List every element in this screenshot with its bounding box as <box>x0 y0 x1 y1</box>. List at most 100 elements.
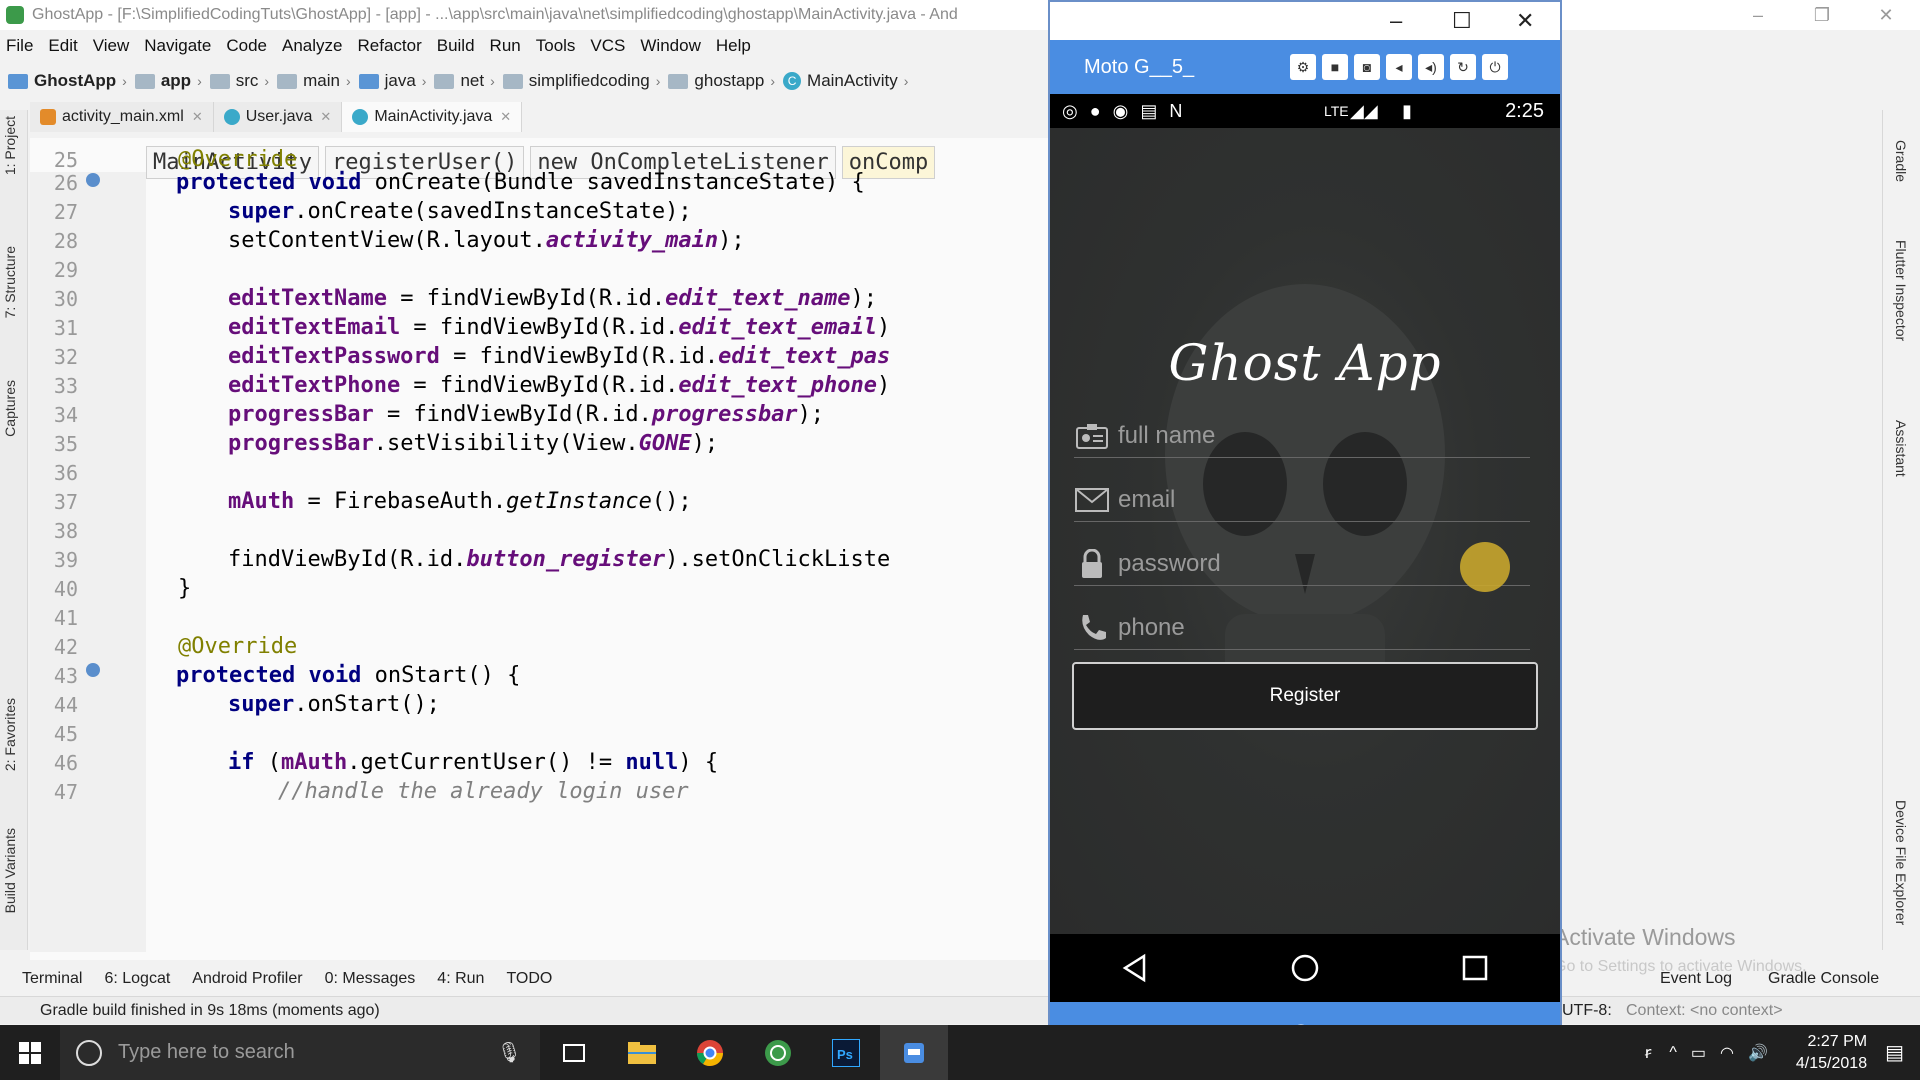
navigation-breadcrumb: GhostApp › app › src › main › java › net › sim… <box>0 66 1920 96</box>
android-studio-taskbar-icon[interactable] <box>744 1025 812 1080</box>
battery-tray-icon[interactable]: ▭ <box>1691 1043 1706 1063</box>
full-name-field[interactable] <box>1074 414 1530 458</box>
email-field[interactable] <box>1074 478 1530 522</box>
menu-help[interactable]: Help <box>710 36 760 56</box>
camera-icon[interactable]: ◙ <box>1354 54 1380 80</box>
phone-field[interactable] <box>1074 606 1530 650</box>
signal-icon: ◢◢ <box>1350 100 1378 121</box>
close-tab-icon[interactable]: ✕ <box>500 109 511 125</box>
people-icon[interactable]: ꞧ <box>1645 1043 1652 1063</box>
taskbar-clock[interactable]: 2:27 PM 4/15/2018 <box>1796 1031 1867 1075</box>
emulator-taskbar-icon[interactable] <box>880 1025 948 1080</box>
menu-build[interactable]: Build <box>431 36 484 56</box>
crumb-src[interactable]: src › <box>209 71 269 91</box>
rotate-icon[interactable]: ↻ <box>1450 54 1476 80</box>
close-tab-icon[interactable]: ✕ <box>320 109 331 125</box>
class-icon <box>223 109 240 125</box>
menu-analyze[interactable]: Analyze <box>276 36 351 56</box>
menu-vcs[interactable]: VCS <box>584 36 634 56</box>
tab-user-java[interactable]: User.java ✕ <box>213 102 343 132</box>
tool-device-file-explorer[interactable]: Device File Explorer <box>1893 800 1909 925</box>
start-button[interactable] <box>0 1041 60 1064</box>
tool-assistant[interactable]: Assistant <box>1893 420 1909 477</box>
tool-android-profiler[interactable]: Android Profiler <box>192 970 302 988</box>
crumb-ghostapp[interactable]: ghostapp › <box>668 71 775 91</box>
crumb-module[interactable]: app › <box>134 71 202 91</box>
password-input[interactable] <box>1118 549 1518 578</box>
menu-run[interactable]: Run <box>484 36 530 56</box>
menu-window[interactable]: Window <box>634 36 709 56</box>
volume-icon[interactable]: 🔊 <box>1748 1043 1768 1063</box>
menu-navigate[interactable]: Navigate <box>138 36 220 56</box>
crumb-mainactivity[interactable]: C MainActivity › <box>783 71 908 91</box>
back-icon[interactable] <box>1120 953 1150 983</box>
notification-icon: ▤ <box>1140 100 1158 121</box>
xml-file-icon <box>40 109 56 125</box>
code-editor[interactable]: MainActivity registerUser() new OnComple… <box>30 138 1050 960</box>
screen-record-icon[interactable]: ■ <box>1322 54 1348 80</box>
emulator-toolbar: Moto G__5_ ⚙ ■ ◙ ◂ ◂) ↻ ⏻ <box>1050 40 1560 94</box>
menu-refactor[interactable]: Refactor <box>351 36 430 56</box>
settings-icon[interactable]: ⚙ <box>1290 54 1316 80</box>
task-view-icon[interactable] <box>540 1025 608 1080</box>
tool-terminal[interactable]: Terminal <box>22 970 82 988</box>
recents-icon[interactable] <box>1460 953 1490 983</box>
status-encoding[interactable]: UTF-8: <box>1562 1002 1612 1020</box>
full-name-input[interactable] <box>1118 421 1518 450</box>
tool-favorites[interactable]: 2: Favorites <box>2 698 18 771</box>
minimize-icon[interactable]: – <box>1726 5 1790 26</box>
volume-down-icon[interactable]: ◂ <box>1386 54 1412 80</box>
tool-captures[interactable]: Captures <box>2 380 18 437</box>
tool-logcat[interactable]: 6: Logcat <box>104 970 170 988</box>
action-center-icon[interactable]: ▤ <box>1885 1040 1904 1065</box>
crumb-java[interactable]: java › <box>358 71 426 91</box>
phone-input[interactable] <box>1118 613 1518 642</box>
left-tool-strip: 1: Project 7: Structure Captures 2: Favo… <box>0 110 28 950</box>
menu-code[interactable]: Code <box>220 36 276 56</box>
status-context: Context: <no context> <box>1626 1001 1783 1019</box>
show-hidden-icons-icon[interactable]: ^ <box>1669 1044 1677 1062</box>
menu-file[interactable]: File <box>0 36 42 56</box>
right-tool-strip: Gradle Flutter Inspector Assistant Devic… <box>1882 110 1920 950</box>
tool-flutter-inspector[interactable]: Flutter Inspector <box>1893 240 1909 341</box>
volume-up-icon[interactable]: ◂) <box>1418 54 1444 80</box>
home-icon[interactable] <box>1290 953 1320 983</box>
file-explorer-icon[interactable] <box>608 1025 676 1080</box>
tool-todo[interactable]: TODO <box>506 970 552 988</box>
wifi-icon[interactable]: ◠ <box>1720 1043 1734 1063</box>
tool-build-variants[interactable]: Build Variants <box>2 828 18 913</box>
emulator-window: – ☐ ✕ Moto G__5_ ⚙ ■ ◙ ◂ ◂) ↻ ⏻ ◎ ● ◉ ▤ … <box>1048 0 1562 1072</box>
taskbar-search[interactable]: Type here to search 🎙 <box>60 1025 540 1080</box>
minimize-icon[interactable]: – <box>1390 8 1402 34</box>
email-input[interactable] <box>1118 485 1518 514</box>
microphone-icon[interactable]: 🎙 <box>497 1040 522 1065</box>
tool-run[interactable]: 4: Run <box>437 970 484 988</box>
close-icon[interactable]: ✕ <box>1516 8 1534 34</box>
crumb-simplifiedcoding[interactable]: simplifiedcoding › <box>502 71 660 91</box>
menu-edit[interactable]: Edit <box>42 36 86 56</box>
folder-icon <box>668 73 689 89</box>
crumb-net[interactable]: net › <box>434 71 495 91</box>
menu-view[interactable]: View <box>87 36 139 56</box>
register-button[interactable]: Register <box>1072 662 1538 730</box>
code-line-47: 47//handle the already login user <box>53 779 689 804</box>
restore-icon[interactable]: ❐ <box>1790 5 1854 26</box>
tool-messages[interactable]: 0: Messages <box>325 970 416 988</box>
tool-structure[interactable]: 7: Structure <box>2 246 18 318</box>
svg-text:Ps: Ps <box>837 1047 853 1062</box>
close-tab-icon[interactable]: ✕ <box>192 109 203 125</box>
power-icon[interactable]: ⏻ <box>1482 54 1508 80</box>
ide-window-controls: – ❐ ✕ <box>1726 0 1918 30</box>
photoshop-icon[interactable]: Ps <box>812 1025 880 1080</box>
tool-project[interactable]: 1: Project <box>2 116 18 175</box>
tab-mainactivity-java[interactable]: MainActivity.java ✕ <box>342 102 523 132</box>
menu-tools[interactable]: Tools <box>530 36 585 56</box>
tab-activity-main-xml[interactable]: activity_main.xml ✕ <box>30 102 214 132</box>
chrome-icon[interactable] <box>676 1025 744 1080</box>
crumb-main[interactable]: main › <box>277 71 351 91</box>
close-icon[interactable]: ✕ <box>1854 5 1918 26</box>
maximize-icon[interactable]: ☐ <box>1452 8 1472 34</box>
menu-bar: File Edit View Navigate Code Analyze Ref… <box>0 32 1920 60</box>
tool-gradle[interactable]: Gradle <box>1893 140 1909 182</box>
crumb-project[interactable]: GhostApp › <box>8 71 127 91</box>
